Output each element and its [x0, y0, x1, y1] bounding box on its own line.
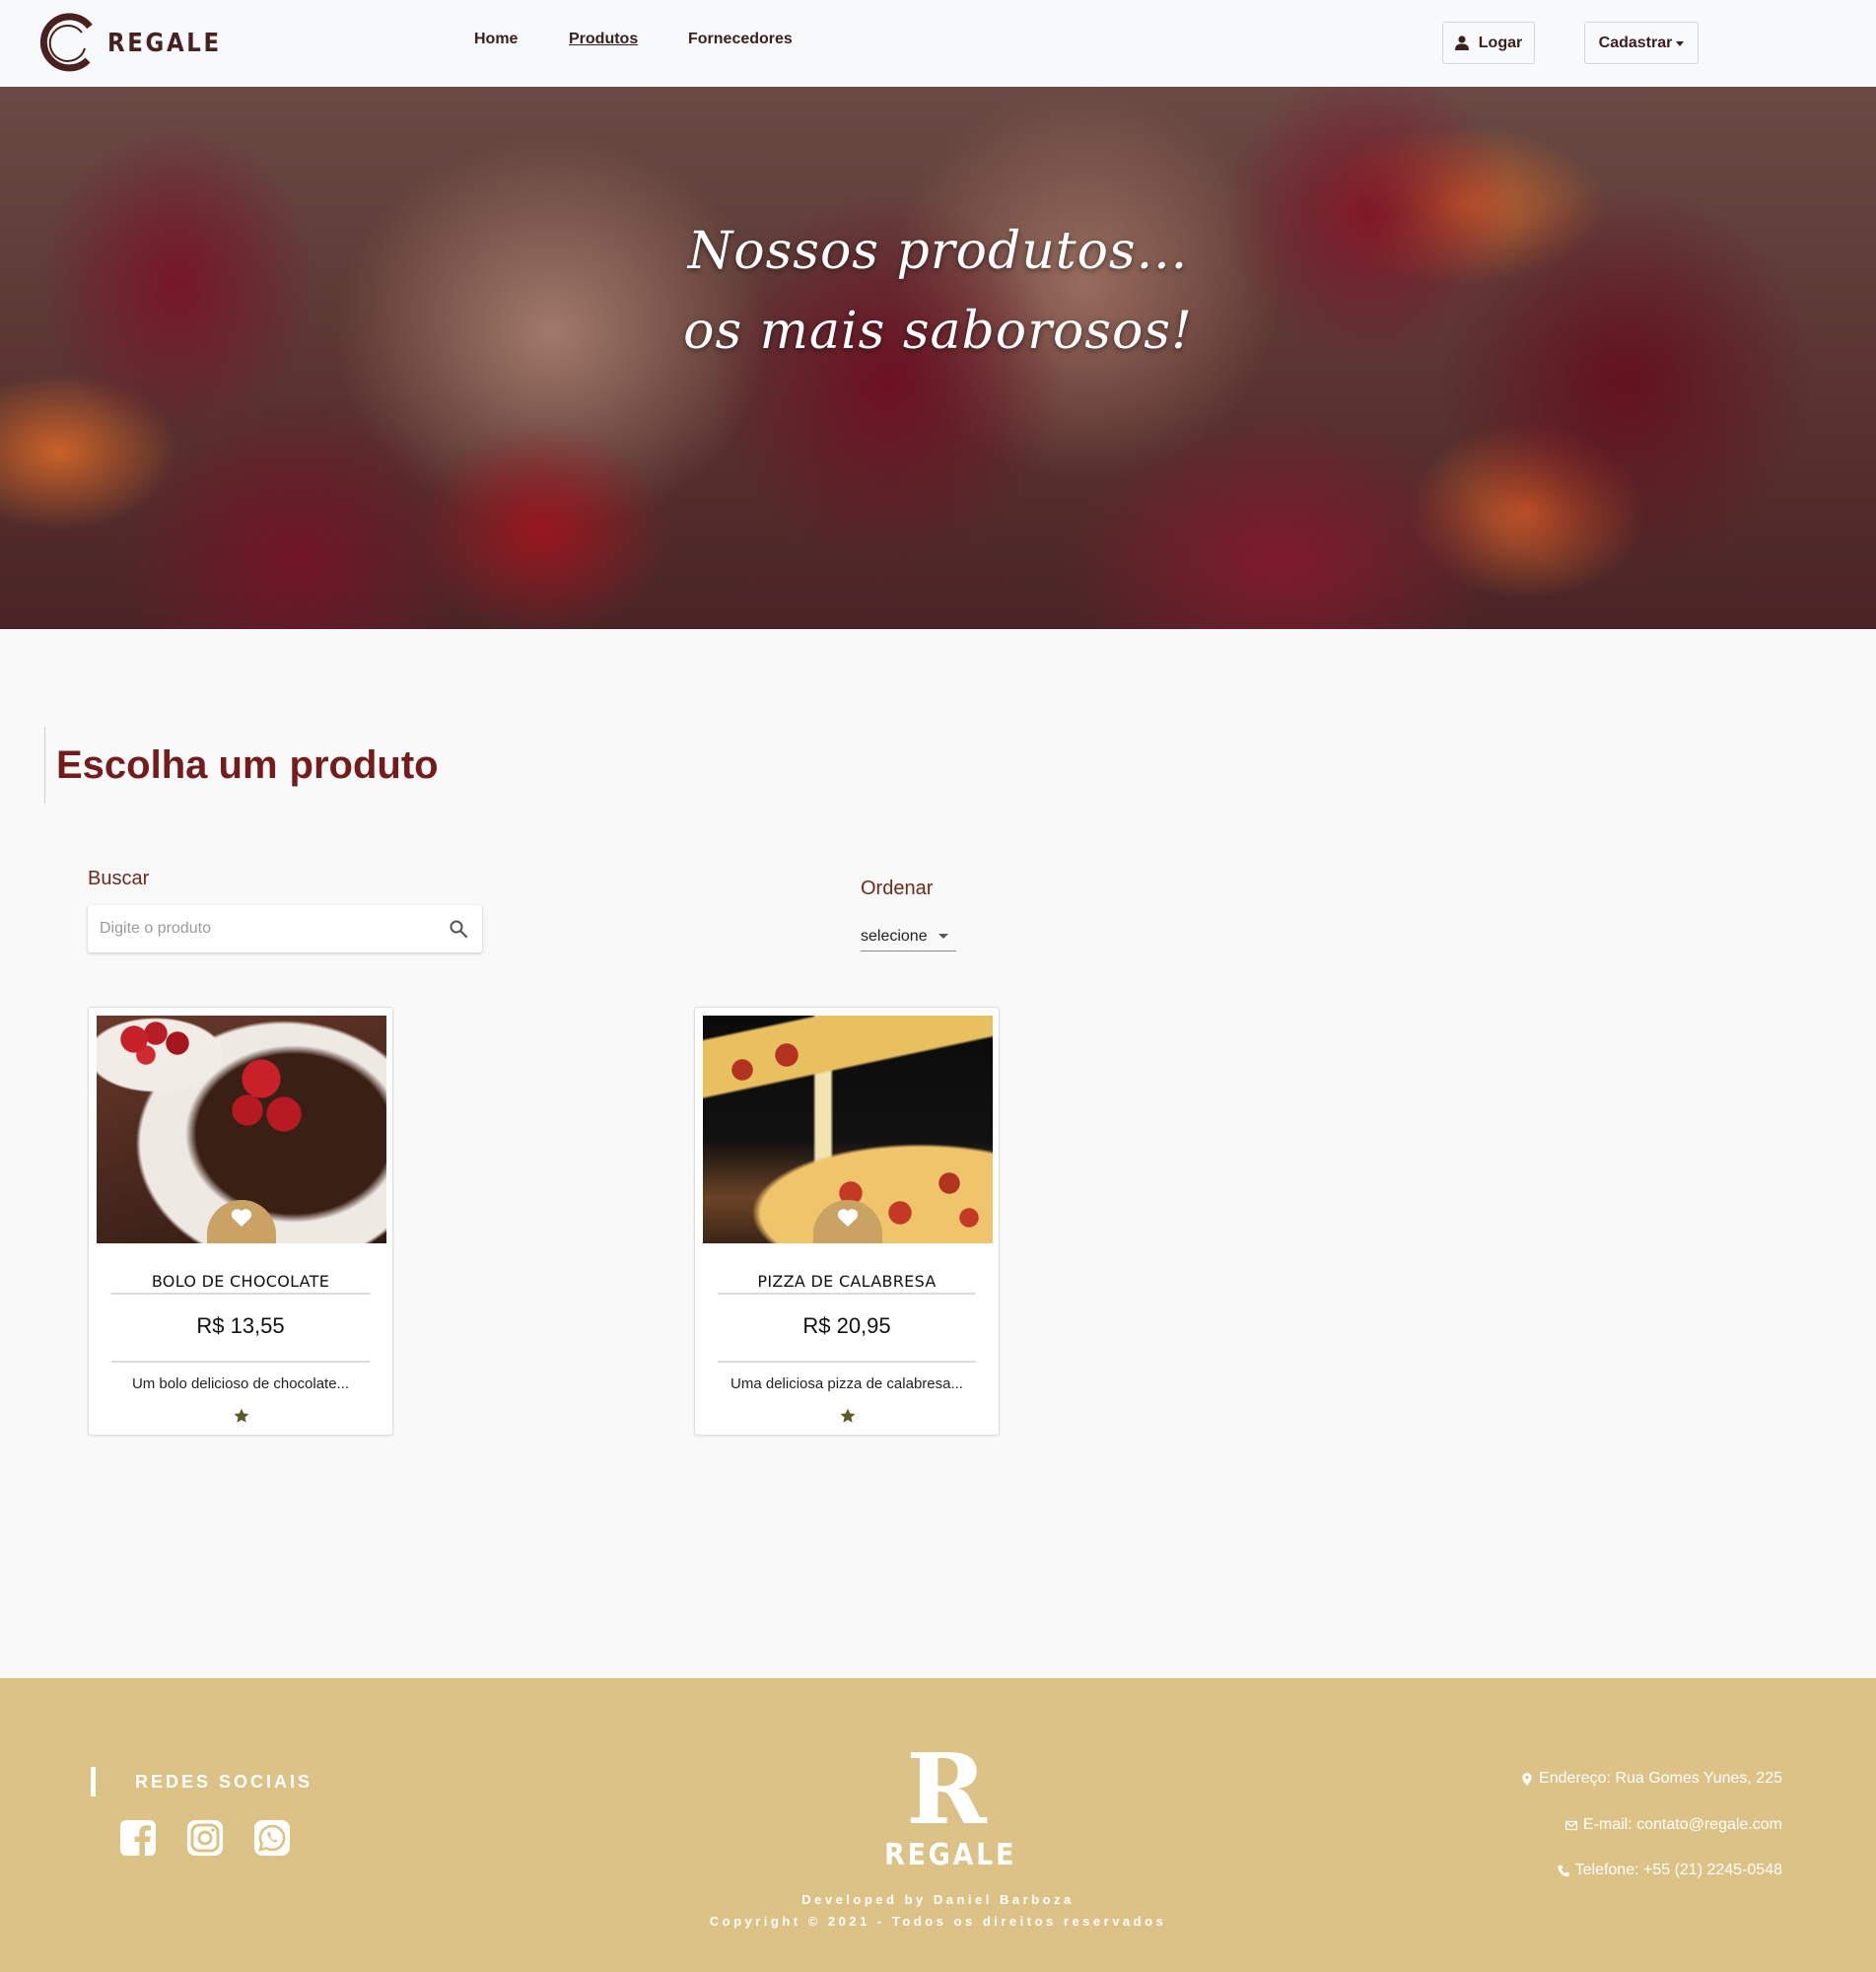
- phone-text[interactable]: Telefone: +55 (21) 2245-0548: [1575, 1862, 1782, 1879]
- page-title-prefix: Escolha um: [56, 742, 278, 787]
- sort-selected-value: selecione: [861, 927, 928, 945]
- phone-icon: [1558, 1865, 1569, 1876]
- nav-home[interactable]: Home: [474, 31, 518, 48]
- whatsapp-icon[interactable]: [253, 1819, 291, 1857]
- navbar: REGALE Home Produtos Fornecedores Logar …: [0, 0, 1876, 87]
- footer-logo-word: REGALE: [884, 1838, 1017, 1872]
- caret-down-icon: [1676, 41, 1685, 46]
- product-description: Uma deliciosa pizza de calabresa...: [730, 1375, 963, 1392]
- product-card[interactable]: BOLO DE CHOCOLATE R$ 13,55 Um bolo delic…: [88, 1007, 393, 1436]
- login-button[interactable]: Logar: [1442, 22, 1535, 64]
- social-title: REDES SOCIAIS: [135, 1772, 313, 1792]
- instagram-icon[interactable]: [186, 1819, 224, 1857]
- hero-title-line1: Nossos produtos...: [687, 222, 1189, 281]
- page-title: Escolha um produto: [44, 727, 439, 804]
- footer-logo: R REGALE: [877, 1733, 1017, 1873]
- star-icon: [840, 1408, 856, 1423]
- login-label: Logar: [1478, 34, 1523, 51]
- footer-logo-letter: R: [906, 1733, 987, 1847]
- card-divider: [718, 1293, 976, 1295]
- location-pin-icon: [1522, 1772, 1532, 1786]
- address-info: Endereço: Rua Gomes Yunes, 225: [1521, 1770, 1782, 1788]
- star-icon: [234, 1408, 249, 1423]
- user-icon: [1454, 35, 1469, 50]
- sort-select[interactable]: selecione: [861, 922, 956, 951]
- page-title-bold: produto: [289, 742, 439, 787]
- logo-ring-icon: [39, 13, 93, 72]
- mail-icon: [1564, 1820, 1577, 1830]
- product-price: R$ 20,95: [802, 1313, 891, 1338]
- hero-title-line2: os mais saborosos!: [683, 302, 1193, 361]
- developer-credit: Developed by Daniel Barboza: [801, 1892, 1075, 1907]
- product-name: PIZZA DE CALABRESA: [757, 1272, 937, 1291]
- phone-info: Telefone: +55 (21) 2245-0548: [1558, 1862, 1782, 1879]
- nav-fornecedores[interactable]: Fornecedores: [688, 31, 793, 48]
- card-divider: [718, 1361, 976, 1363]
- nav-produtos[interactable]: Produtos: [569, 31, 638, 48]
- dropdown-arrow-icon: [938, 934, 948, 939]
- social-title-bar: [91, 1767, 96, 1796]
- product-price: R$ 13,55: [196, 1313, 285, 1338]
- hero-banner: Nossos produtos... os mais saborosos!: [0, 87, 1876, 629]
- register-label: Cadastrar: [1598, 34, 1673, 51]
- card-divider: [111, 1293, 370, 1295]
- sort-label: Ordenar: [861, 878, 934, 899]
- email-text[interactable]: E-mail: contato@regale.com: [1583, 1816, 1782, 1834]
- facebook-icon[interactable]: [119, 1819, 157, 1857]
- search-field: [88, 905, 482, 952]
- address-text: Endereço: Rua Gomes Yunes, 225: [1539, 1770, 1782, 1787]
- search-icon[interactable]: [449, 919, 468, 939]
- footer: REDES SOCIAIS R REGALE Developed by Dani…: [0, 1678, 1876, 1972]
- product-description: Um bolo delicioso de chocolate...: [131, 1375, 350, 1392]
- brand-logo[interactable]: REGALE: [38, 13, 238, 74]
- search-input[interactable]: [100, 917, 415, 941]
- email-info: E-mail: contato@regale.com: [1564, 1816, 1782, 1834]
- heart-icon: [837, 1209, 859, 1227]
- product-card[interactable]: PIZZA DE CALABRESA R$ 20,95 Uma delicios…: [694, 1007, 1000, 1436]
- card-divider: [111, 1361, 370, 1363]
- register-dropdown-button[interactable]: Cadastrar: [1584, 22, 1699, 64]
- product-name: BOLO DE CHOCOLATE: [151, 1272, 330, 1291]
- search-label: Buscar: [88, 868, 150, 889]
- heart-icon: [231, 1209, 252, 1227]
- copyright: Copyright © 2021 - Todos os direitos res…: [709, 1914, 1167, 1929]
- brand-name: REGALE: [107, 29, 222, 58]
